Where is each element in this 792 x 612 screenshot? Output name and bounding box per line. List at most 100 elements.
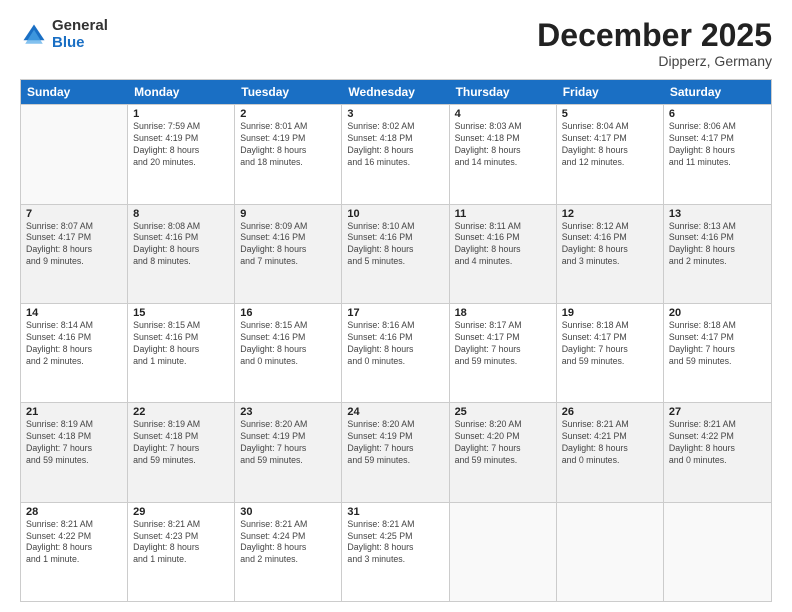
calendar-cell: 14Sunrise: 8:14 AM Sunset: 4:16 PM Dayli…: [21, 304, 128, 402]
cell-date-number: 30: [240, 506, 336, 518]
cell-sun-info: Sunrise: 8:06 AM Sunset: 4:17 PM Dayligh…: [669, 121, 766, 169]
calendar-cell: 20Sunrise: 8:18 AM Sunset: 4:17 PM Dayli…: [664, 304, 771, 402]
calendar-cell: 16Sunrise: 8:15 AM Sunset: 4:16 PM Dayli…: [235, 304, 342, 402]
calendar-cell: 7Sunrise: 8:07 AM Sunset: 4:17 PM Daylig…: [21, 205, 128, 303]
cell-date-number: 12: [562, 208, 658, 220]
cell-sun-info: Sunrise: 8:15 AM Sunset: 4:16 PM Dayligh…: [133, 320, 229, 368]
weekday-header: Thursday: [450, 80, 557, 104]
cell-date-number: 9: [240, 208, 336, 220]
calendar-row: 28Sunrise: 8:21 AM Sunset: 4:22 PM Dayli…: [21, 502, 771, 601]
cell-sun-info: Sunrise: 8:03 AM Sunset: 4:18 PM Dayligh…: [455, 121, 551, 169]
cell-date-number: 26: [562, 406, 658, 418]
calendar-cell: 30Sunrise: 8:21 AM Sunset: 4:24 PM Dayli…: [235, 503, 342, 601]
cell-date-number: 13: [669, 208, 766, 220]
calendar-cell: 23Sunrise: 8:20 AM Sunset: 4:19 PM Dayli…: [235, 403, 342, 501]
calendar: SundayMondayTuesdayWednesdayThursdayFrid…: [20, 79, 772, 602]
cell-sun-info: Sunrise: 8:18 AM Sunset: 4:17 PM Dayligh…: [669, 320, 766, 368]
calendar-cell: 29Sunrise: 8:21 AM Sunset: 4:23 PM Dayli…: [128, 503, 235, 601]
calendar-cell: 19Sunrise: 8:18 AM Sunset: 4:17 PM Dayli…: [557, 304, 664, 402]
cell-sun-info: Sunrise: 8:08 AM Sunset: 4:16 PM Dayligh…: [133, 221, 229, 269]
page: General Blue December 2025 Dipperz, Germ…: [0, 0, 792, 612]
cell-sun-info: Sunrise: 8:13 AM Sunset: 4:16 PM Dayligh…: [669, 221, 766, 269]
cell-sun-info: Sunrise: 8:21 AM Sunset: 4:21 PM Dayligh…: [562, 419, 658, 467]
month-title: December 2025: [537, 18, 772, 53]
cell-sun-info: Sunrise: 8:21 AM Sunset: 4:23 PM Dayligh…: [133, 519, 229, 567]
cell-date-number: 10: [347, 208, 443, 220]
calendar-cell: 13Sunrise: 8:13 AM Sunset: 4:16 PM Dayli…: [664, 205, 771, 303]
cell-date-number: 17: [347, 307, 443, 319]
cell-date-number: 21: [26, 406, 122, 418]
cell-sun-info: Sunrise: 8:21 AM Sunset: 4:22 PM Dayligh…: [26, 519, 122, 567]
cell-date-number: 1: [133, 108, 229, 120]
logo: General Blue: [20, 18, 108, 51]
location-subtitle: Dipperz, Germany: [537, 53, 772, 69]
calendar-cell: 22Sunrise: 8:19 AM Sunset: 4:18 PM Dayli…: [128, 403, 235, 501]
calendar-cell: 28Sunrise: 8:21 AM Sunset: 4:22 PM Dayli…: [21, 503, 128, 601]
calendar-cell: 26Sunrise: 8:21 AM Sunset: 4:21 PM Dayli…: [557, 403, 664, 501]
calendar-row: 14Sunrise: 8:14 AM Sunset: 4:16 PM Dayli…: [21, 303, 771, 402]
cell-sun-info: Sunrise: 8:10 AM Sunset: 4:16 PM Dayligh…: [347, 221, 443, 269]
calendar-cell: 8Sunrise: 8:08 AM Sunset: 4:16 PM Daylig…: [128, 205, 235, 303]
weekday-header: Wednesday: [342, 80, 449, 104]
cell-sun-info: Sunrise: 8:19 AM Sunset: 4:18 PM Dayligh…: [133, 419, 229, 467]
cell-date-number: 15: [133, 307, 229, 319]
cell-date-number: 11: [455, 208, 551, 220]
cell-date-number: 18: [455, 307, 551, 319]
cell-date-number: 31: [347, 506, 443, 518]
calendar-cell: 6Sunrise: 8:06 AM Sunset: 4:17 PM Daylig…: [664, 105, 771, 203]
cell-sun-info: Sunrise: 8:21 AM Sunset: 4:22 PM Dayligh…: [669, 419, 766, 467]
calendar-body: 1Sunrise: 7:59 AM Sunset: 4:19 PM Daylig…: [21, 104, 771, 601]
logo-icon: [20, 21, 48, 49]
cell-date-number: 23: [240, 406, 336, 418]
header: General Blue December 2025 Dipperz, Germ…: [20, 18, 772, 69]
cell-date-number: 22: [133, 406, 229, 418]
cell-sun-info: Sunrise: 8:14 AM Sunset: 4:16 PM Dayligh…: [26, 320, 122, 368]
calendar-cell: 9Sunrise: 8:09 AM Sunset: 4:16 PM Daylig…: [235, 205, 342, 303]
cell-date-number: 3: [347, 108, 443, 120]
calendar-cell: [664, 503, 771, 601]
cell-date-number: 20: [669, 307, 766, 319]
cell-sun-info: Sunrise: 8:11 AM Sunset: 4:16 PM Dayligh…: [455, 221, 551, 269]
calendar-cell: 17Sunrise: 8:16 AM Sunset: 4:16 PM Dayli…: [342, 304, 449, 402]
weekday-header: Sunday: [21, 80, 128, 104]
cell-date-number: 27: [669, 406, 766, 418]
cell-date-number: 5: [562, 108, 658, 120]
logo-blue: Blue: [52, 35, 108, 52]
calendar-row: 1Sunrise: 7:59 AM Sunset: 4:19 PM Daylig…: [21, 104, 771, 203]
cell-date-number: 29: [133, 506, 229, 518]
calendar-cell: 15Sunrise: 8:15 AM Sunset: 4:16 PM Dayli…: [128, 304, 235, 402]
calendar-cell: 24Sunrise: 8:20 AM Sunset: 4:19 PM Dayli…: [342, 403, 449, 501]
calendar-cell: 21Sunrise: 8:19 AM Sunset: 4:18 PM Dayli…: [21, 403, 128, 501]
calendar-cell: 12Sunrise: 8:12 AM Sunset: 4:16 PM Dayli…: [557, 205, 664, 303]
cell-date-number: 16: [240, 307, 336, 319]
cell-sun-info: Sunrise: 8:01 AM Sunset: 4:19 PM Dayligh…: [240, 121, 336, 169]
cell-sun-info: Sunrise: 8:19 AM Sunset: 4:18 PM Dayligh…: [26, 419, 122, 467]
cell-sun-info: Sunrise: 8:21 AM Sunset: 4:25 PM Dayligh…: [347, 519, 443, 567]
calendar-cell: [557, 503, 664, 601]
calendar-cell: 11Sunrise: 8:11 AM Sunset: 4:16 PM Dayli…: [450, 205, 557, 303]
calendar-header: SundayMondayTuesdayWednesdayThursdayFrid…: [21, 80, 771, 104]
calendar-row: 7Sunrise: 8:07 AM Sunset: 4:17 PM Daylig…: [21, 204, 771, 303]
calendar-cell: 27Sunrise: 8:21 AM Sunset: 4:22 PM Dayli…: [664, 403, 771, 501]
cell-sun-info: Sunrise: 8:16 AM Sunset: 4:16 PM Dayligh…: [347, 320, 443, 368]
calendar-row: 21Sunrise: 8:19 AM Sunset: 4:18 PM Dayli…: [21, 402, 771, 501]
cell-date-number: 7: [26, 208, 122, 220]
cell-sun-info: Sunrise: 8:09 AM Sunset: 4:16 PM Dayligh…: [240, 221, 336, 269]
cell-date-number: 19: [562, 307, 658, 319]
cell-date-number: 4: [455, 108, 551, 120]
logo-text: General Blue: [52, 18, 108, 51]
cell-sun-info: Sunrise: 8:20 AM Sunset: 4:20 PM Dayligh…: [455, 419, 551, 467]
calendar-cell: 4Sunrise: 8:03 AM Sunset: 4:18 PM Daylig…: [450, 105, 557, 203]
cell-sun-info: Sunrise: 8:15 AM Sunset: 4:16 PM Dayligh…: [240, 320, 336, 368]
cell-sun-info: Sunrise: 8:20 AM Sunset: 4:19 PM Dayligh…: [240, 419, 336, 467]
logo-general: General: [52, 18, 108, 35]
cell-date-number: 8: [133, 208, 229, 220]
calendar-cell: 5Sunrise: 8:04 AM Sunset: 4:17 PM Daylig…: [557, 105, 664, 203]
weekday-header: Saturday: [664, 80, 771, 104]
cell-date-number: 28: [26, 506, 122, 518]
weekday-header: Friday: [557, 80, 664, 104]
cell-sun-info: Sunrise: 8:21 AM Sunset: 4:24 PM Dayligh…: [240, 519, 336, 567]
cell-date-number: 14: [26, 307, 122, 319]
title-block: December 2025 Dipperz, Germany: [537, 18, 772, 69]
cell-sun-info: Sunrise: 8:18 AM Sunset: 4:17 PM Dayligh…: [562, 320, 658, 368]
